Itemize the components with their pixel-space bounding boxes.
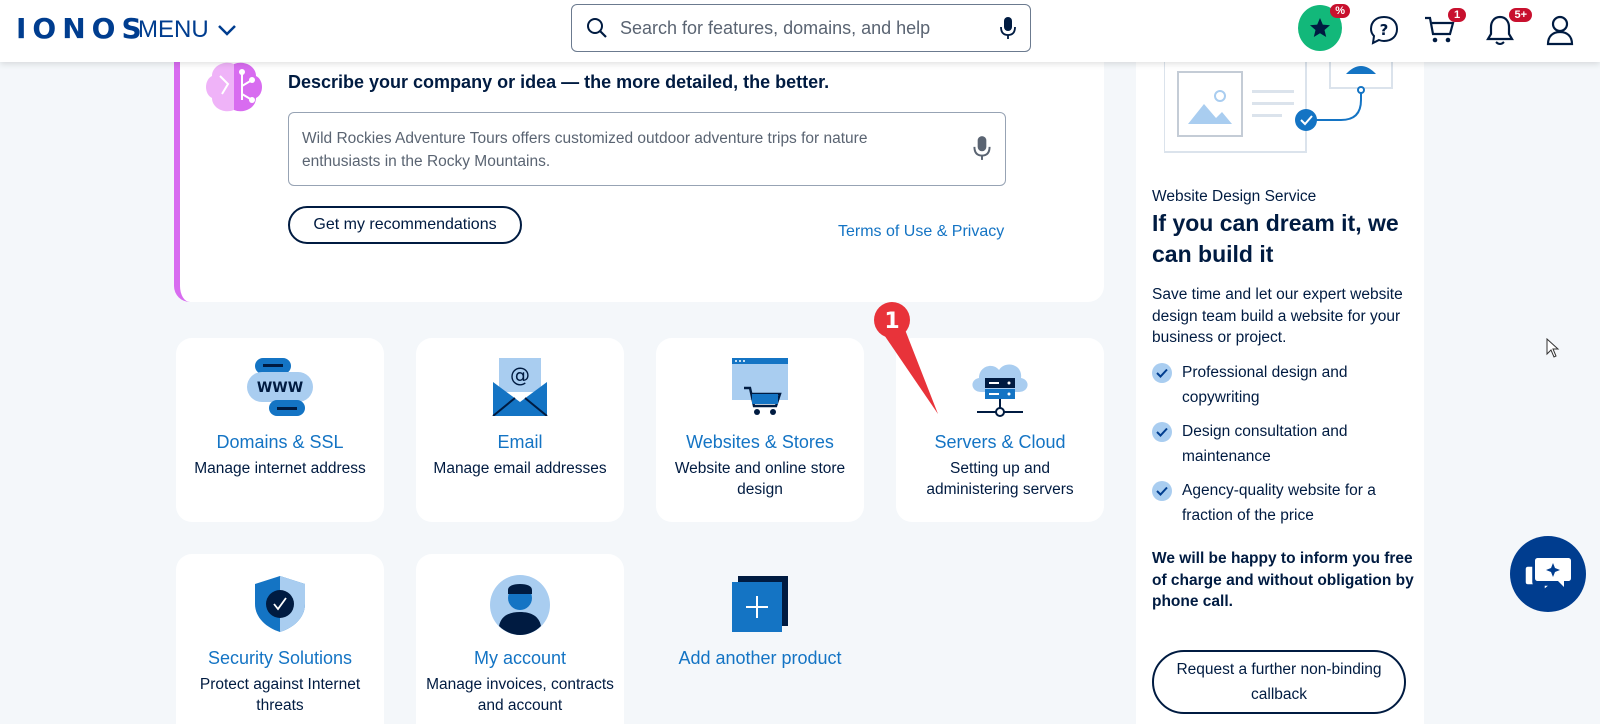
cart-badge: 1 [1448,8,1466,22]
shield-icon [255,576,305,632]
notifications-badge: 5+ [1509,8,1532,22]
question-bubble-icon: ? [1369,15,1399,45]
tile-email[interactable]: @ Email Manage email addresses [416,338,624,522]
tile-domains-ssl[interactable]: WWW Domains & SSL Manage internet addres… [176,338,384,522]
add-product-tile[interactable]: Add another product [656,554,864,724]
ionos-logo[interactable]: IONOS [16,12,148,45]
tile-description: Website and online store design [674,460,846,498]
search-icon [587,18,607,38]
microphone-icon[interactable] [1000,16,1016,40]
chat-support-button[interactable] [1510,536,1586,612]
list-item: Agency-quality website for a fraction of… [1152,478,1414,528]
tile-description: Manage email addresses [433,460,607,477]
tile-title: Servers & Cloud [934,432,1066,452]
promo-button[interactable]: % [1298,4,1350,51]
tile-description: Setting up and administering servers [926,460,1074,498]
get-recommendations-button[interactable]: Get my recommendations [288,206,522,244]
tile-description: Manage internet address [194,460,366,477]
tile-description: Manage invoices, contracts and account [426,676,614,714]
company-description-textarea[interactable]: Wild Rockies Adventure Tours offers cust… [288,112,1006,186]
feature-text: Design consultation and maintenance [1182,423,1348,465]
menu-button[interactable]: MENU [138,16,237,44]
tile-title: Add another product [678,648,842,668]
email-icon: @ [492,358,548,416]
feature-text: Professional design and copywriting [1182,364,1348,406]
search-input[interactable] [620,17,1000,39]
chat-bubbles-icon [1524,558,1571,592]
promo-eyebrow: Website Design Service [1152,188,1317,205]
help-chat-button[interactable]: ? [1362,8,1406,52]
promo-callback-note: We will be happy to inform you free of c… [1152,550,1414,610]
star-icon [1310,18,1330,37]
account-button[interactable] [1538,8,1582,52]
tile-title: Websites & Stores [686,432,834,452]
top-navigation-bar: IONOS MENU % ? 1 5+ [0,0,1600,62]
ai-brain-icon [206,62,262,112]
list-item: Design consultation and maintenance [1152,419,1414,469]
tile-title: Security Solutions [207,648,353,668]
check-icon [1152,481,1172,501]
promo-title: If you can dream it, we can build it [1152,210,1399,267]
feature-text: Agency-quality website for a fraction of… [1182,482,1376,524]
cart-button[interactable]: 1 [1418,8,1466,52]
tile-websites-stores[interactable]: Websites & Stores Website and online sto… [656,338,864,522]
request-callback-button[interactable]: Request a further non-binding callback [1152,650,1406,714]
menu-label: MENU [138,16,209,43]
annotation-number: 1 [884,309,899,334]
store-icon [732,358,788,415]
svg-text:WWW: WWW [257,380,303,396]
promo-feature-list: Professional design and copywriting Desi… [1152,360,1414,537]
notifications-button[interactable]: 5+ [1478,8,1532,52]
tile-security-solutions[interactable]: Security Solutions Protect against Inter… [176,554,384,724]
svg-text:@: @ [510,363,530,387]
user-icon [1546,15,1574,46]
chevron-down-icon [217,25,236,36]
add-plus-icon [732,576,788,632]
tile-my-account[interactable]: My account Manage invoices, contracts an… [416,554,624,724]
website-design-promo-panel: Website Design Service If you can dream … [1136,40,1424,724]
tile-title: Email [497,432,543,452]
ai-recommendation-card: Describe your company or idea — the more… [174,40,1104,302]
search-box[interactable] [571,4,1031,52]
account-avatar-icon [490,575,550,635]
promo-description: Save time and let our expert website des… [1152,286,1403,346]
tile-title: My account [473,648,567,668]
mouse-cursor-icon [1546,338,1560,358]
cloud-server-icon [972,364,1028,417]
ai-card-title: Describe your company or idea — the more… [288,72,830,92]
microphone-icon[interactable] [973,135,991,161]
terms-privacy-link[interactable]: Terms of Use & Privacy [838,223,1004,241]
svg-text:?: ? [1380,21,1389,39]
www-icon: WWW [247,358,313,416]
annotation-marker: 1 [874,302,938,414]
tile-description: Protect against Internet threats [199,676,361,714]
check-icon [1152,422,1172,442]
check-icon [1152,363,1172,383]
tile-title: Domains & SSL [216,432,344,452]
company-description-text: Wild Rockies Adventure Tours offers cust… [302,130,868,170]
promo-badge: % [1330,4,1350,18]
list-item: Professional design and copywriting [1152,360,1414,410]
